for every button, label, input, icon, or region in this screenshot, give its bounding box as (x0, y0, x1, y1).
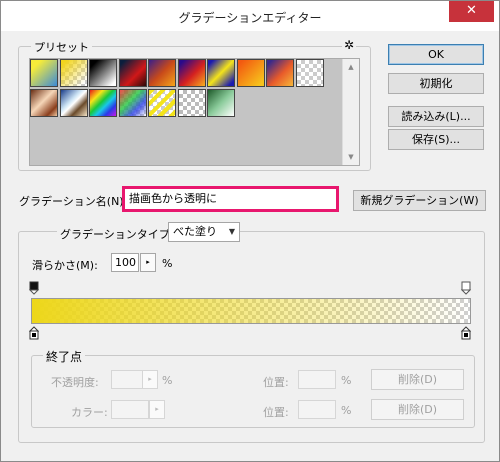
smoothness-unit: % (162, 257, 173, 270)
location-label-opacity: 位置: (263, 376, 289, 389)
preset-swatch-yellow-transparent[interactable] (59, 59, 88, 87)
preset-swatch-transparent-rainbow[interactable] (118, 88, 147, 117)
dialog-title: グラデーションエディター (178, 11, 322, 25)
save-button[interactable]: 保存(S)... (388, 129, 484, 150)
color-label: カラー: (71, 406, 108, 419)
opacity-input[interactable] (111, 370, 143, 389)
gradient-type-select[interactable]: べた塗り ▼ (168, 222, 240, 242)
chevron-down-icon: ▼ (228, 227, 235, 236)
color-menu-button[interactable]: ▸ (149, 400, 165, 419)
opacity-stop-left-icon[interactable] (29, 281, 39, 295)
opacity-unit: % (162, 374, 173, 387)
presets-label: プリセット (31, 39, 92, 55)
scroll-down-arrow-icon[interactable]: ▼ (343, 149, 359, 165)
location-unit-color: % (341, 404, 352, 417)
preset-swatch-chrome[interactable] (59, 88, 88, 117)
gradient-preview-bar[interactable] (31, 298, 471, 324)
preset-swatch-transparent-stripes[interactable] (295, 59, 324, 87)
gradient-name-label: グラデーション名(N): (19, 195, 128, 208)
new-gradient-button[interactable]: 新規グラデーション(W) (353, 190, 486, 211)
presets-list: ▲ ▼ (29, 58, 360, 166)
ok-button[interactable]: OK (388, 44, 484, 65)
preset-swatch-yellow-blue[interactable] (30, 59, 58, 87)
preset-swatch-violet-orange[interactable] (177, 59, 206, 87)
preset-swatch-black-white[interactable] (89, 59, 117, 87)
preset-swatch-transparent-yellow-stripes[interactable] (148, 88, 176, 117)
preset-swatch-blue-yellow-blue[interactable] (207, 59, 235, 87)
preset-swatch-violet-green-orange[interactable] (266, 59, 294, 87)
opacity-stepper[interactable]: ▸ (142, 370, 158, 389)
preset-swatch-green-transparent[interactable] (207, 88, 235, 117)
smoothness-stepper[interactable]: ▸ (140, 253, 156, 272)
delete-color-stop-button[interactable]: 削除(D) (371, 399, 464, 420)
stops-label: 終了点 (43, 348, 86, 365)
presets-scrollbar[interactable]: ▲ ▼ (342, 59, 359, 165)
title-bar: グラデーションエディター ✕ (1, 1, 499, 31)
color-stop-left-icon[interactable] (29, 326, 39, 340)
location-input-opacity[interactable] (298, 370, 336, 389)
opacity-stop-right-icon[interactable] (461, 281, 471, 295)
close-button[interactable]: ✕ (449, 1, 494, 22)
preset-swatch-red-dark[interactable] (118, 59, 147, 87)
preset-swatch-copper[interactable] (30, 88, 58, 117)
scroll-up-arrow-icon[interactable]: ▲ (343, 59, 359, 75)
color-swatch-field[interactable] (111, 400, 149, 419)
smoothness-label: 滑らかさ(M): (32, 259, 98, 272)
color-stop-right-icon[interactable] (461, 326, 471, 340)
opacity-label: 不透明度: (51, 376, 99, 389)
gradient-name-input[interactable]: 描画色から透明に (122, 186, 339, 212)
location-unit-opacity: % (341, 374, 352, 387)
preset-swatch-spectrum[interactable] (89, 88, 117, 117)
delete-opacity-stop-button[interactable]: 削除(D) (371, 369, 464, 390)
reset-button[interactable]: 初期化 (388, 73, 484, 94)
smoothness-input[interactable]: 100 (111, 253, 139, 272)
preset-swatch-copper-blue[interactable] (148, 59, 176, 87)
location-label-color: 位置: (263, 406, 289, 419)
location-input-color[interactable] (298, 400, 336, 419)
preset-swatch-transparent-checker[interactable] (177, 88, 206, 117)
gradient-editor-dialog: グラデーションエディター ✕ プリセット ✲ ▲ ▼ OK 初期化 読み込み(L… (0, 0, 500, 462)
presets-menu-gear-icon[interactable]: ✲ (342, 38, 357, 52)
gradient-type-value: べた塗り (173, 225, 217, 238)
load-button[interactable]: 読み込み(L)... (388, 106, 484, 127)
preset-swatch-orange-yellow[interactable] (236, 59, 265, 87)
